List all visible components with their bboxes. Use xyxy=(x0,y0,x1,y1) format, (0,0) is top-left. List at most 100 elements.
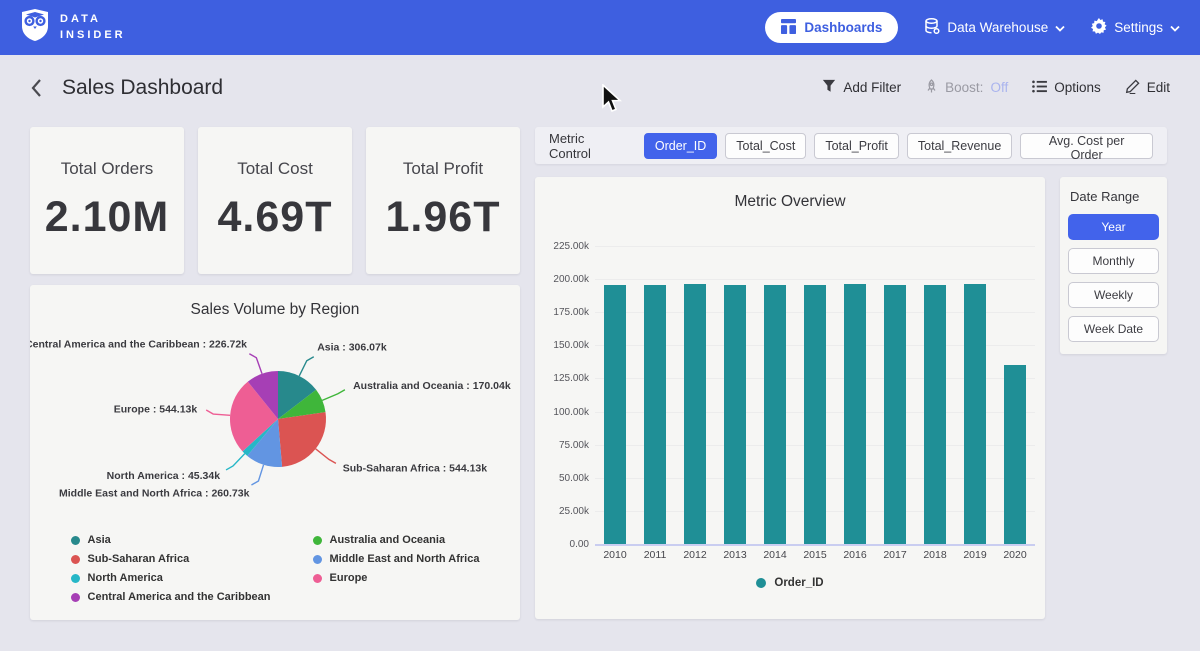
date-range-year[interactable]: Year xyxy=(1068,214,1159,240)
bar-chart-title: Metric Overview xyxy=(535,193,1045,211)
x-axis-label-2011: 2011 xyxy=(635,549,675,561)
bar-2013[interactable] xyxy=(724,285,746,544)
y-axis-tick-label: 225.00k xyxy=(529,241,589,252)
kpi-card-2: Total Profit1.96T xyxy=(366,127,520,274)
legend-item-australia-and-oceania: Australia and Oceania xyxy=(313,534,480,546)
settings-menu[interactable]: Settings xyxy=(1091,18,1180,37)
pie-label-asia: Asia : 306.07k xyxy=(317,342,387,354)
pie-leader-line xyxy=(322,390,345,401)
legend-label: Order_ID xyxy=(774,577,823,589)
date-range-monthly[interactable]: Monthly xyxy=(1068,248,1159,274)
x-axis-label-2019: 2019 xyxy=(955,549,995,561)
bar-2010[interactable] xyxy=(604,285,626,544)
y-axis-tick-label: 175.00k xyxy=(529,307,589,318)
bar-2019[interactable] xyxy=(964,284,986,544)
bar-x-axis-labels: 2010201120122013201420152016201720182019… xyxy=(595,549,1035,561)
kpi-value: 4.69T xyxy=(218,193,333,242)
pie-label-australia-and-oceania: Australia and Oceania : 170.04k xyxy=(353,380,511,392)
y-axis-tick-label: 75.00k xyxy=(529,440,589,451)
bar-slot-2017 xyxy=(875,246,915,544)
data-warehouse-menu[interactable]: Data Warehouse xyxy=(924,18,1065,37)
pencil-icon xyxy=(1125,79,1140,97)
edit-button[interactable]: Edit xyxy=(1125,79,1170,97)
metric-control-bar: Metric Control Order_IDTotal_CostTotal_P… xyxy=(535,127,1167,164)
back-button[interactable] xyxy=(30,78,42,98)
legend-item-asia: Asia xyxy=(71,534,271,546)
dashboards-grid-icon xyxy=(781,19,796,37)
bar-2020[interactable] xyxy=(1004,365,1026,544)
bar-2011[interactable] xyxy=(644,285,666,544)
metric-chip-order-id[interactable]: Order_ID xyxy=(644,133,717,159)
pie-legend-column-0: Asia Sub-Saharan Africa North America Centr… xyxy=(71,534,271,603)
pie-label-europe: Europe : 544.13k xyxy=(114,403,198,415)
legend-dot xyxy=(71,593,80,602)
bar-slot-2014 xyxy=(755,246,795,544)
legend-label: Middle East and North Africa xyxy=(330,553,480,565)
x-axis-label-2020: 2020 xyxy=(995,549,1035,561)
x-axis-label-2017: 2017 xyxy=(875,549,915,561)
pie-chart[interactable]: Asia : 306.07k Australia and Oceania : 17… xyxy=(30,319,520,525)
chevron-down-icon xyxy=(1055,20,1065,35)
y-axis-tick-label: 150.00k xyxy=(529,340,589,351)
y-axis-tick-label: 25.00k xyxy=(529,506,589,517)
date-range-week-date[interactable]: Week Date xyxy=(1068,316,1159,342)
filter-funnel-icon xyxy=(822,79,836,96)
options-button[interactable]: Options xyxy=(1032,80,1101,96)
kpi-card-0: Total Orders2.10M xyxy=(30,127,184,274)
pie-legend-column-1: Australia and Oceania Middle East and Nor… xyxy=(313,534,480,603)
legend-dot xyxy=(756,578,766,588)
pie-chart-card: Sales Volume by Region Asia : 306.07k Aus… xyxy=(30,285,520,620)
y-axis-tick-label: 200.00k xyxy=(529,274,589,285)
pie-leader-line xyxy=(251,465,263,485)
rocket-icon xyxy=(925,79,938,97)
brand-name: DATA INSIDER xyxy=(60,12,126,44)
legend-label: Sub-Saharan Africa xyxy=(88,553,190,565)
metric-chip-total-cost[interactable]: Total_Cost xyxy=(725,133,806,159)
date-range-weekly[interactable]: Weekly xyxy=(1068,282,1159,308)
kpi-card-1: Total Cost4.69T xyxy=(198,127,352,274)
legend-dot xyxy=(313,555,322,564)
bar-chart-legend: Order_ID xyxy=(535,577,1045,589)
boost-toggle[interactable]: Boost: Off xyxy=(925,79,1008,97)
x-axis-label-2010: 2010 xyxy=(595,549,635,561)
legend-dot xyxy=(71,555,80,564)
dashboards-button[interactable]: Dashboards xyxy=(765,12,898,43)
bar-2017[interactable] xyxy=(884,285,906,544)
legend-item-central-america-and-the-caribbean: Central America and the Caribbean xyxy=(71,591,271,603)
y-axis-tick-label: 125.00k xyxy=(529,373,589,384)
legend-item-middle-east-and-north-africa: Middle East and North Africa xyxy=(313,553,480,565)
bar-2018[interactable] xyxy=(924,285,946,544)
legend-dot xyxy=(313,536,322,545)
pie-legend: Asia Sub-Saharan Africa North America Centr… xyxy=(30,534,520,603)
bar-2016[interactable] xyxy=(844,284,866,544)
date-range-panel: Date Range YearMonthlyWeeklyWeek Date xyxy=(1060,177,1167,354)
x-axis-label-2014: 2014 xyxy=(755,549,795,561)
database-icon xyxy=(924,18,940,37)
pie-leader-line xyxy=(316,449,336,464)
dashboards-label: Dashboards xyxy=(804,20,882,35)
bar-2015[interactable] xyxy=(804,285,826,544)
gridline xyxy=(595,544,1035,546)
bar-slot-2012 xyxy=(675,246,715,544)
metric-chip-total-revenue[interactable]: Total_Revenue xyxy=(907,133,1012,159)
pie-leader-line xyxy=(299,357,314,376)
pie-label-middle-east-and-north-africa: Middle East and North Africa : 260.73k xyxy=(59,488,250,500)
bar-slot-2010 xyxy=(595,246,635,544)
add-filter-button[interactable]: Add Filter xyxy=(822,79,901,96)
bar-slot-2016 xyxy=(835,246,875,544)
pie-chart-title: Sales Volume by Region xyxy=(30,301,520,319)
metric-chip-avg-cost-per-order[interactable]: Avg. Cost per Order xyxy=(1020,133,1153,159)
metric-chip-total-profit[interactable]: Total_Profit xyxy=(814,133,899,159)
legend-dot xyxy=(71,574,80,583)
bar-2012[interactable] xyxy=(684,284,706,544)
bar-2014[interactable] xyxy=(764,285,786,544)
pie-slice-sub-saharan-africa[interactable] xyxy=(278,412,326,467)
kpi-label: Total Orders xyxy=(61,159,154,179)
owl-logo-icon xyxy=(20,8,50,47)
pie-label-north-america: North America : 45.34k xyxy=(107,470,221,482)
legend-item-europe: Europe xyxy=(313,572,480,584)
legend-label: Europe xyxy=(330,572,368,584)
legend-item-north-america: North America xyxy=(71,572,271,584)
x-axis-label-2012: 2012 xyxy=(675,549,715,561)
bar-plot-area[interactable]: 225.00k200.00k175.00k150.00k125.00k100.0… xyxy=(595,246,1035,544)
